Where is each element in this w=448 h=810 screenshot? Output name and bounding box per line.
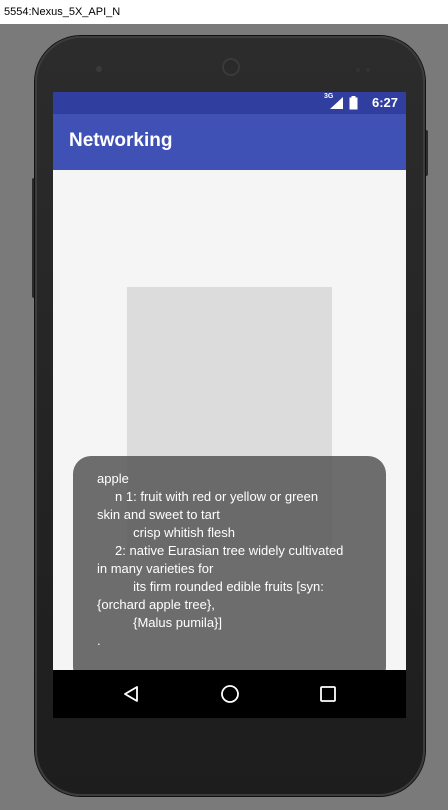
home-button[interactable]: [205, 670, 255, 718]
toast-message: apple n 1: fruit with red or yellow or g…: [73, 456, 386, 685]
content-area: apple n 1: fruit with red or yellow or g…: [53, 170, 406, 685]
earpiece-speaker-icon: [222, 58, 240, 76]
status-icons: 3G: [324, 93, 358, 110]
status-bar: 3G 6:27: [53, 92, 406, 114]
sensor-dot: [356, 68, 360, 72]
sensor-dot: [366, 68, 370, 72]
recents-square-icon: [320, 686, 336, 702]
battery-icon: [349, 96, 358, 110]
emulator-window-title: 5554:Nexus_5X_API_N: [0, 0, 448, 24]
front-camera-icon: [96, 66, 102, 72]
home-circle-icon: [221, 685, 239, 703]
app-bar: Networking: [53, 114, 406, 170]
recents-button[interactable]: [303, 670, 353, 718]
back-button[interactable]: [106, 670, 156, 718]
device-screen: 3G 6:27 Networking apple n 1: fruit with…: [53, 92, 406, 718]
navigation-bar: [53, 670, 406, 718]
app-title: Networking: [69, 130, 173, 151]
signal-icon: 3G: [324, 93, 344, 110]
status-time: 6:27: [371, 95, 398, 110]
back-triangle-icon: [124, 686, 138, 702]
